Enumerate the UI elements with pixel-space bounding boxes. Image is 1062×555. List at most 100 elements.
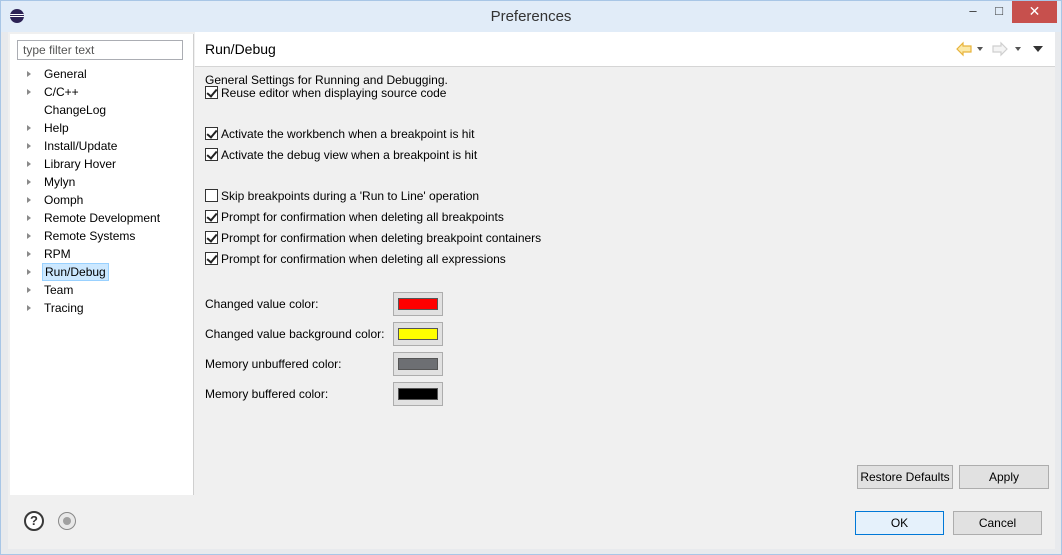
color-setting-row: Memory unbuffered color: [205, 352, 443, 376]
tree-item-changelog[interactable]: ChangeLog [10, 101, 194, 119]
filter-input[interactable] [17, 40, 183, 60]
color-swatch [398, 328, 438, 340]
checkbox-row[interactable]: Skip breakpoints during a 'Run to Line' … [205, 188, 479, 204]
checkbox[interactable] [205, 210, 218, 223]
color-label: Memory buffered color: [205, 387, 329, 401]
color-setting-row: Memory buffered color: [205, 382, 443, 406]
tree-item-label: C/C++ [44, 85, 79, 99]
checkbox-row[interactable]: Prompt for confirmation when deleting al… [205, 209, 504, 225]
back-arrow-icon[interactable] [956, 41, 972, 57]
close-button[interactable]: ✕ [1012, 1, 1057, 23]
cancel-button[interactable]: Cancel [953, 511, 1042, 535]
checkbox[interactable] [205, 127, 218, 140]
tree-item-install-update[interactable]: Install/Update [10, 137, 194, 155]
expand-arrow-icon[interactable] [27, 233, 31, 239]
expand-arrow-icon[interactable] [27, 179, 31, 185]
expand-arrow-icon[interactable] [27, 71, 31, 77]
help-icon[interactable]: ? [24, 511, 44, 531]
restore-defaults-button[interactable]: Restore Defaults [857, 465, 953, 489]
tree-item-label: General [44, 67, 87, 81]
checkbox-row[interactable]: Activate the debug view when a breakpoin… [205, 147, 477, 163]
color-label: Changed value color: [205, 297, 319, 311]
checkbox-row[interactable]: Prompt for confirmation when deleting al… [205, 251, 506, 267]
color-picker-button[interactable] [393, 292, 443, 316]
tree-item-label: Tracing [44, 301, 84, 315]
checkbox[interactable] [205, 148, 218, 161]
tree-item-remote-systems[interactable]: Remote Systems [10, 227, 194, 245]
expand-arrow-icon[interactable] [27, 215, 31, 221]
checkbox[interactable] [205, 86, 218, 99]
tree-item-c-c-[interactable]: C/C++ [10, 83, 194, 101]
checkbox-label: Skip breakpoints during a 'Run to Line' … [221, 189, 480, 203]
tree-item-mylyn[interactable]: Mylyn [10, 173, 194, 191]
checkbox-label: Activate the workbench when a breakpoint… [221, 127, 475, 141]
color-setting-row: Changed value background color: [205, 322, 443, 346]
forward-history-dropdown[interactable] [1013, 41, 1023, 57]
expand-arrow-icon[interactable] [27, 305, 31, 311]
forward-arrow-icon[interactable] [992, 41, 1008, 57]
ok-button[interactable]: OK [855, 511, 944, 535]
tree-item-label: ChangeLog [44, 103, 107, 117]
record-icon[interactable] [58, 512, 76, 530]
expand-arrow-icon[interactable] [27, 161, 31, 167]
checkbox-label: Activate the debug view when a breakpoin… [221, 148, 478, 162]
checkbox-label: Prompt for confirmation when deleting br… [221, 231, 542, 245]
color-setting-row: Changed value color: [205, 292, 443, 316]
checkbox[interactable] [205, 231, 218, 244]
checkbox[interactable] [205, 189, 218, 202]
expand-arrow-icon[interactable] [27, 287, 31, 293]
dialog-footer: ? OK Cancel [8, 495, 1055, 549]
page-header: Run/Debug [195, 32, 1055, 67]
tree-item-remote-development[interactable]: Remote Development [10, 209, 194, 227]
expand-arrow-icon[interactable] [27, 269, 31, 275]
apply-button[interactable]: Apply [959, 465, 1049, 489]
tree-item-rpm[interactable]: RPM [10, 245, 194, 263]
tree-item-tracing[interactable]: Tracing [10, 299, 194, 317]
tree-item-label: Remote Systems [44, 229, 136, 243]
checkbox-label: Prompt for confirmation when deleting al… [221, 210, 504, 224]
tree-item-label: Remote Development [44, 211, 161, 225]
view-menu-icon[interactable] [1031, 41, 1045, 57]
expand-arrow-icon[interactable] [27, 251, 31, 257]
dialog-content: General C/C++ ChangeLog Help Install/Update L… [8, 32, 1055, 549]
menu-triangle-icon [1033, 46, 1043, 52]
checkbox-label: Prompt for confirmation when deleting al… [221, 252, 506, 266]
expand-arrow-icon[interactable] [27, 197, 31, 203]
color-swatch [398, 358, 438, 370]
tree-item-library-hover[interactable]: Library Hover [10, 155, 194, 173]
color-swatch [398, 388, 438, 400]
tree-item-label: Team [44, 283, 74, 297]
tree-item-general[interactable]: General [10, 65, 194, 83]
preferences-window: Preferences – □ ✕ General C/C++ ChangeLog H… [0, 0, 1062, 555]
checkbox[interactable] [205, 252, 218, 265]
checkbox-row[interactable]: Prompt for confirmation when deleting br… [205, 230, 541, 246]
color-label: Changed value background color: [205, 327, 385, 341]
tree-item-label: Library Hover [44, 157, 117, 171]
checkbox-row[interactable]: Reuse editor when displaying source code [205, 85, 446, 101]
maximize-button[interactable]: □ [986, 1, 1012, 23]
minimize-button[interactable]: – [960, 1, 986, 23]
title-bar: Preferences – □ ✕ [1, 1, 1061, 32]
color-label: Memory unbuffered color: [205, 357, 342, 371]
tree-item-oomph[interactable]: Oomph [10, 191, 194, 209]
color-swatch [398, 298, 438, 310]
window-title: Preferences [490, 8, 572, 25]
chevron-down-icon [1015, 47, 1021, 51]
preference-tree: General C/C++ ChangeLog Help Install/Update L… [10, 65, 194, 317]
tree-item-label: Oomph [44, 193, 84, 207]
color-picker-button[interactable] [393, 382, 443, 406]
checkbox-row[interactable]: Activate the workbench when a breakpoint… [205, 126, 474, 142]
color-picker-button[interactable] [393, 322, 443, 346]
expand-arrow-icon[interactable] [27, 125, 31, 131]
tree-item-team[interactable]: Team [10, 281, 194, 299]
expand-arrow-icon[interactable] [27, 89, 31, 95]
tree-item-help[interactable]: Help [10, 119, 194, 137]
color-picker-button[interactable] [393, 352, 443, 376]
back-history-dropdown[interactable] [975, 41, 985, 57]
tree-item-run-debug[interactable]: Run/Debug [10, 263, 194, 281]
expand-arrow-icon[interactable] [27, 143, 31, 149]
tree-item-label: Run/Debug [42, 263, 109, 281]
preference-page: Run/Debug General Settings for Running a… [195, 32, 1055, 495]
preference-tree-pane: General C/C++ ChangeLog Help Install/Update L… [10, 34, 194, 495]
tree-item-label: Help [44, 121, 69, 135]
